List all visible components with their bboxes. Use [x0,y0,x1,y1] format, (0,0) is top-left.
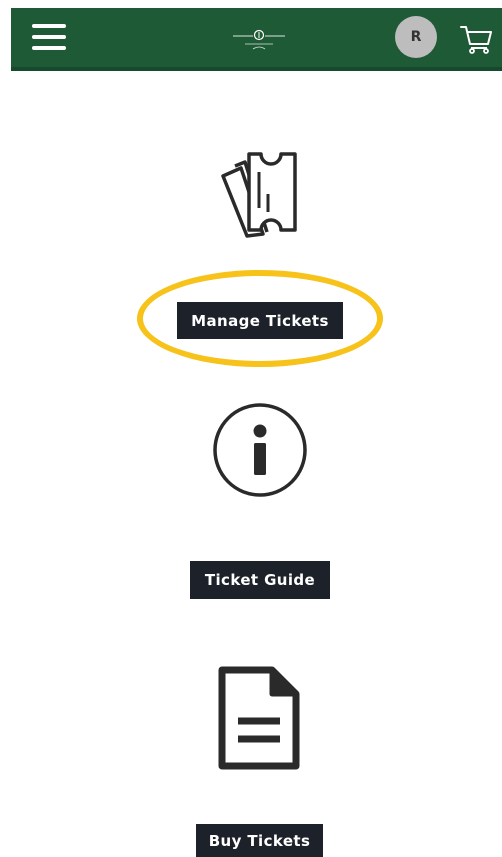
hamburger-menu-icon[interactable] [32,24,68,52]
tickets-icon [221,152,297,238]
tournament-logo-icon[interactable] [229,16,289,58]
buy-tickets-button[interactable]: Buy Tickets [196,824,323,857]
manage-tickets-button[interactable]: Manage Tickets [177,302,343,339]
user-avatar[interactable]: R [395,16,437,58]
document-icon [218,666,300,770]
ticket-guide-button[interactable]: Ticket Guide [190,561,330,599]
info-icon [213,403,307,497]
top-header-bar: R [11,8,502,71]
shopping-cart-icon[interactable] [460,24,492,54]
